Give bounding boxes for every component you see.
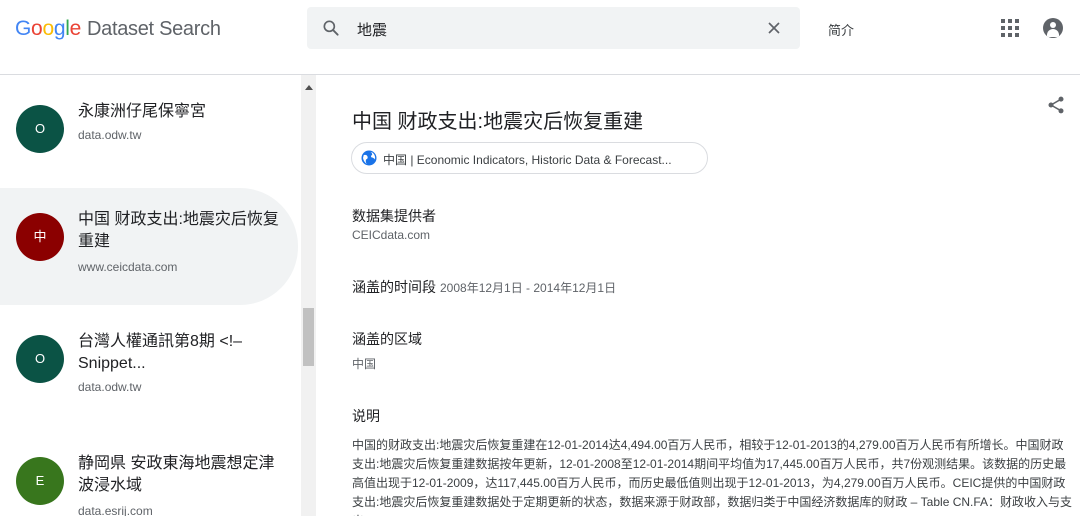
- dataset-title: 中国 财政支出:地震灾后恢复重建: [352, 111, 644, 133]
- globe-icon: [361, 150, 377, 166]
- provider-label: 数据集提供者: [352, 208, 436, 224]
- close-icon[interactable]: [764, 18, 784, 38]
- result-source: data.esrij.com: [78, 504, 153, 516]
- list-item-selected[interactable]: 中 中国 财政支出:地震灾后恢复重建 www.ceicdata.com: [0, 188, 298, 305]
- avatar: O: [16, 335, 64, 383]
- result-title[interactable]: 台灣人權通訊第8期 <!– Snippet...: [78, 331, 283, 375]
- region-value: 中国: [352, 357, 377, 371]
- account-icon[interactable]: [1043, 18, 1063, 38]
- result-source: data.odw.tw: [78, 128, 142, 142]
- dataset-detail-panel: 中国 财政支出:地震灾后恢复重建 中国 | Economic Indicator…: [316, 75, 1080, 516]
- dataset-search-logo[interactable]: Google Dataset Search: [15, 17, 221, 41]
- share-icon[interactable]: [1046, 95, 1066, 115]
- region-label: 涵盖的区域: [352, 331, 422, 347]
- list-item[interactable]: O 台灣人權通訊第8期 <!– Snippet... data.odw.tw: [0, 313, 298, 423]
- result-source: data.odw.tw: [78, 380, 142, 394]
- results-scrollbar[interactable]: [301, 75, 316, 516]
- time-period: 涵盖的时间段 2008年12月1日 - 2014年12月1日: [352, 277, 616, 297]
- description-text: 中国的财政支出:地震灾后恢复重建在12-01-2014达4,494.00百万人民…: [352, 438, 1073, 516]
- results-list: O 永康洲仔尾保寧宮 data.odw.tw 中 中国 财政支出:地震灾后恢复重…: [0, 75, 300, 516]
- apps-grid-icon[interactable]: [1001, 19, 1019, 37]
- logo-letter: g: [53, 17, 66, 40]
- logo-letter: e: [69, 17, 82, 40]
- scroll-up-arrow-icon[interactable]: [305, 85, 313, 90]
- search-input[interactable]: 地震: [357, 19, 387, 40]
- about-link[interactable]: 简介: [828, 20, 854, 39]
- result-source: www.ceicdata.com: [78, 260, 178, 274]
- logo-letter: o: [31, 17, 43, 40]
- scrollbar-thumb[interactable]: [303, 308, 314, 366]
- description-label: 说明: [352, 408, 380, 424]
- avatar: E: [16, 457, 64, 505]
- source-chip-label[interactable]: 中国 | Economic Indicators, Historic Data …: [383, 151, 672, 168]
- avatar: O: [16, 105, 64, 153]
- list-item[interactable]: O 永康洲仔尾保寧宮 data.odw.tw: [0, 75, 298, 187]
- logo-letter: o: [42, 17, 54, 40]
- source-chip[interactable]: 中国 | Economic Indicators, Historic Data …: [351, 142, 708, 174]
- search-box[interactable]: 地震: [307, 7, 800, 49]
- result-title[interactable]: 静岡県 安政東海地震想定津波浸水域: [78, 453, 283, 497]
- top-header: Google Dataset Search 地震 简介: [0, 0, 1080, 75]
- result-title[interactable]: 中国 财政支出:地震灾后恢复重建: [78, 209, 283, 253]
- search-icon[interactable]: [321, 18, 341, 38]
- result-title[interactable]: 永康洲仔尾保寧宮: [78, 101, 283, 123]
- time-period-value: 2008年12月1日 - 2014年12月1日: [440, 281, 617, 295]
- avatar: 中: [16, 213, 64, 261]
- list-item[interactable]: E 静岡県 安政東海地震想定津波浸水域 data.esrij.com: [0, 435, 298, 516]
- provider-value[interactable]: CEICdata.com: [352, 228, 430, 242]
- logo-letter: G: [15, 17, 32, 40]
- logo-suffix: Dataset Search: [86, 18, 221, 40]
- time-period-label: 涵盖的时间段: [352, 279, 436, 295]
